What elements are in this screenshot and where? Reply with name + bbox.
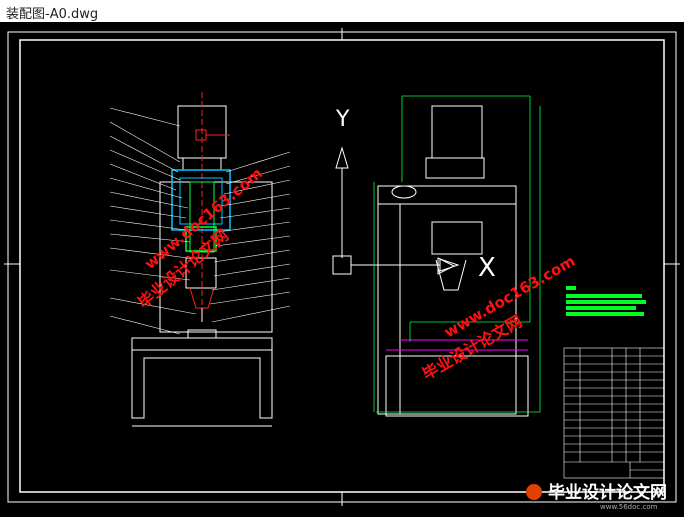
side-head	[377, 185, 517, 205]
notes-heading	[566, 286, 576, 290]
window-titlebar: 装配图-A0.dwg	[0, 0, 684, 23]
base-stand	[131, 350, 273, 419]
side-motor-body	[431, 105, 483, 159]
side-handwheel	[391, 185, 417, 199]
window-title: 装配图-A0.dwg	[6, 7, 99, 22]
notes-line-2	[566, 300, 646, 304]
side-column-front	[377, 203, 401, 415]
drawing-canvas[interactable]: Y X www.doc163.com 毕业设计论文网 www.doc163.co…	[0, 22, 684, 512]
brand-name: 毕业设计论文网	[548, 482, 667, 503]
axis-origin-box	[332, 255, 352, 275]
side-motor-flange	[425, 157, 485, 179]
motor-mark	[195, 129, 207, 141]
axis-x-label: X	[478, 253, 496, 283]
parts-list-table	[563, 347, 665, 479]
side-view	[373, 95, 541, 417]
notes-line-4	[566, 312, 644, 316]
watermark-left: www.doc163.com 毕业设计论文网	[134, 164, 266, 312]
side-spindle-box	[431, 221, 483, 255]
brand-url: www.56doc.com	[600, 503, 658, 511]
watermark-right: www.doc163.com 毕业设计论文网	[419, 252, 578, 384]
notes-line-3	[566, 306, 636, 310]
brand-logo-icon	[526, 484, 542, 500]
technical-notes	[566, 286, 646, 316]
axis-y-label: Y	[335, 107, 350, 132]
footer-brand: 毕业设计论文网 www.56doc.com	[526, 482, 667, 511]
workpiece	[187, 329, 217, 339]
drawing-svg: Y X www.doc163.com 毕业设计论文网 www.doc163.co…	[4, 28, 680, 511]
work-table	[131, 337, 273, 351]
axis-y-arrow	[335, 146, 349, 169]
notes-line-1	[566, 294, 642, 298]
